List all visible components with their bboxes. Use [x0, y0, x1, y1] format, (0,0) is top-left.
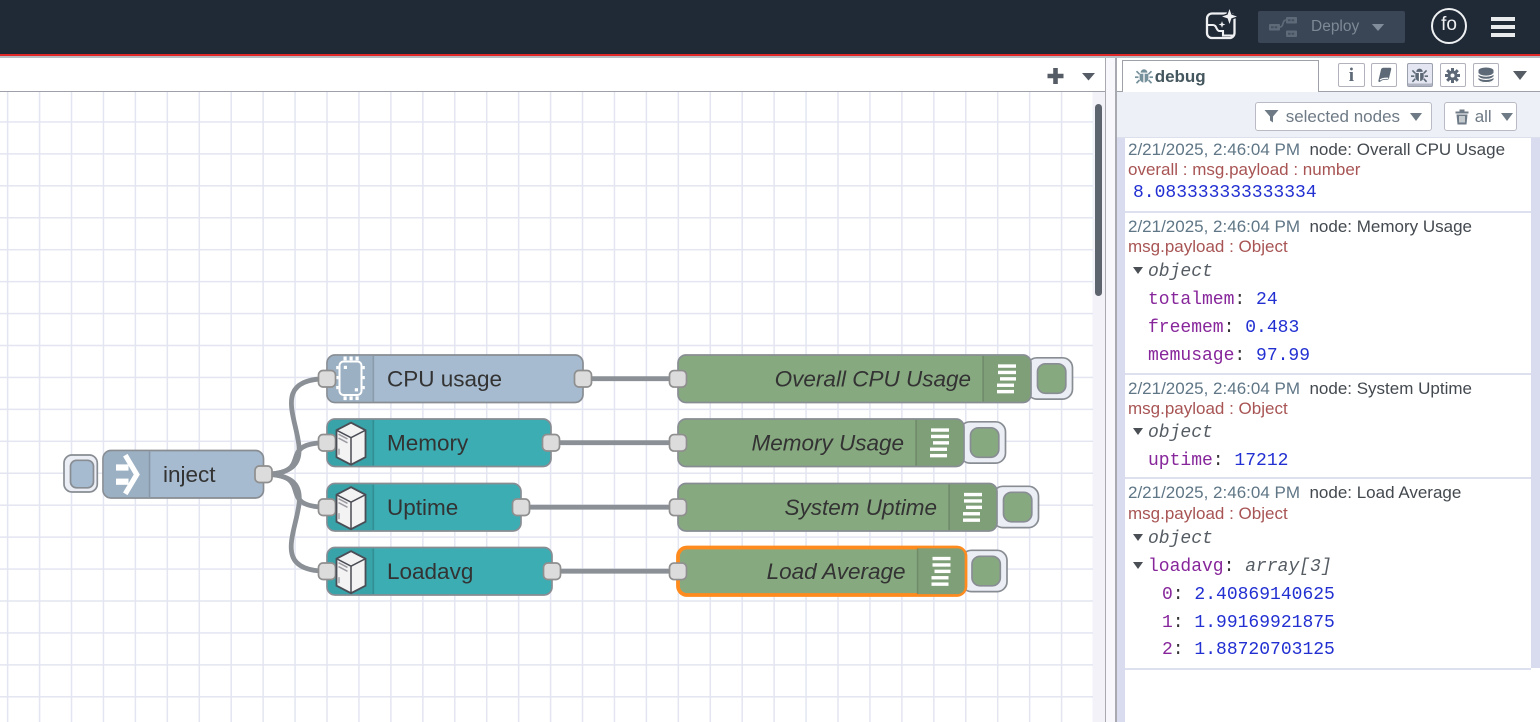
svg-text:System Uptime: System Uptime: [784, 495, 937, 520]
svg-text:Uptime: Uptime: [387, 495, 458, 520]
svg-text:Memory: Memory: [387, 431, 469, 456]
svg-text:Loadavg: Loadavg: [387, 559, 473, 584]
svg-text:Memory Usage: Memory Usage: [751, 431, 904, 456]
svg-text:Load Average: Load Average: [767, 559, 906, 584]
svg-text:CPU usage: CPU usage: [387, 367, 502, 392]
svg-text:inject: inject: [163, 462, 216, 487]
svg-text:Overall CPU Usage: Overall CPU Usage: [775, 367, 971, 392]
